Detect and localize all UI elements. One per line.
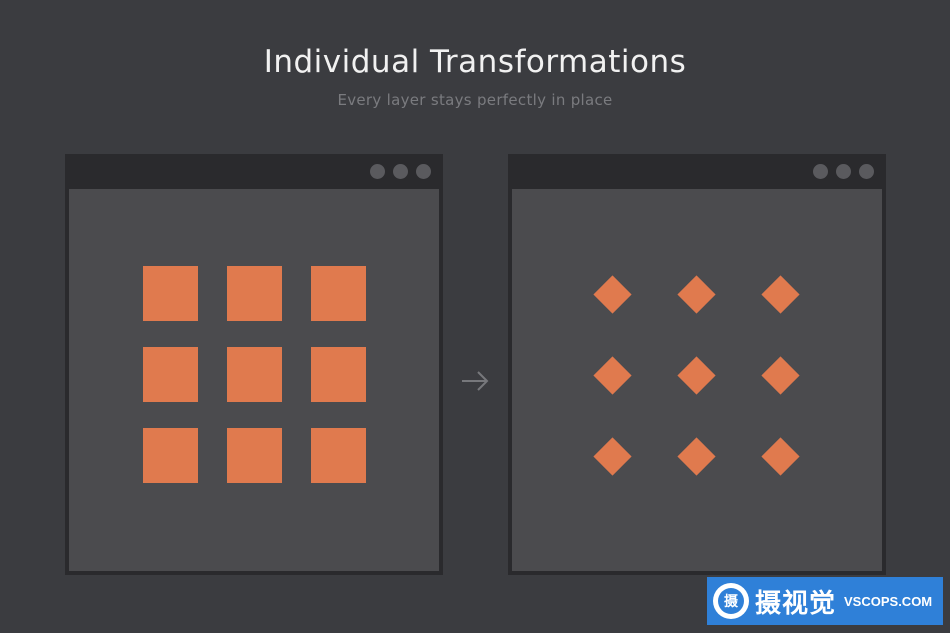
window-control-dot[interactable] (813, 164, 828, 179)
watermark-text-en: VSCOPS.COM (844, 593, 933, 609)
grid-square (143, 347, 198, 402)
page-subtitle: Every layer stays perfectly in place (337, 91, 613, 109)
grid-square (311, 428, 366, 483)
grid-square (143, 428, 198, 483)
right-arrow-icon (462, 371, 489, 391)
window-control-dot[interactable] (416, 164, 431, 179)
window-control-dot[interactable] (393, 164, 408, 179)
grid-diamond (676, 274, 716, 314)
after-window (508, 154, 886, 575)
diamond-grid (512, 189, 882, 571)
window-content (69, 189, 439, 571)
grid-square (311, 347, 366, 402)
watermark-badge: 摄 摄视觉 VSCOPS.COM (707, 577, 943, 625)
grid-diamond (760, 274, 800, 314)
window-titlebar (508, 154, 886, 189)
grid-diamond (676, 355, 716, 395)
grid-diamond (592, 436, 632, 476)
grid-square (311, 266, 366, 321)
watermark-text-cn: 摄视觉 (755, 588, 837, 619)
window-content (512, 189, 882, 571)
grid-diamond (676, 436, 716, 476)
square-grid (69, 189, 439, 571)
window-titlebar (65, 154, 443, 189)
grid-square (227, 266, 282, 321)
window-control-dot[interactable] (836, 164, 851, 179)
grid-diamond (592, 274, 632, 314)
window-control-dot[interactable] (370, 164, 385, 179)
page-title: Individual Transformations (263, 44, 687, 80)
grid-diamond (592, 355, 632, 395)
before-window (65, 154, 443, 575)
grid-square (227, 347, 282, 402)
grid-diamond (760, 436, 800, 476)
grid-square (227, 428, 282, 483)
grid-diamond (760, 355, 800, 395)
window-control-dot[interactable] (859, 164, 874, 179)
grid-square (143, 266, 198, 321)
watermark-logo-icon: 摄 (713, 583, 749, 619)
